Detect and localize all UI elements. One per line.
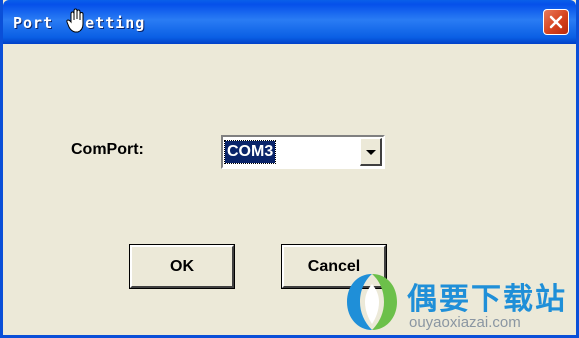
watermark-brand-text: 偶要下载站 <box>407 282 567 317</box>
comport-label: ComPort: <box>71 141 144 158</box>
close-icon <box>549 15 563 29</box>
title-text-part2: etting <box>85 14 146 32</box>
title-text-part1: Port <box>13 14 64 32</box>
watermark-logo-icon <box>347 274 397 330</box>
port-setting-dialog: Port etting ComPort: COM3 OK Cancel 偶要下载… <box>0 0 579 338</box>
close-button[interactable] <box>543 9 569 35</box>
comport-select[interactable]: COM3 <box>221 135 385 169</box>
hand-cursor-icon <box>66 8 84 33</box>
ok-button[interactable]: OK <box>129 244 235 289</box>
chevron-down-icon <box>366 150 376 155</box>
comport-selected-value[interactable]: COM3 <box>223 140 277 164</box>
title-bar[interactable]: Port etting <box>3 0 576 44</box>
dropdown-arrow-button[interactable] <box>360 138 382 166</box>
watermark-url-text: ouyaoxiazai.com <box>409 314 521 331</box>
site-watermark: 偶要下载站 ouyaoxiazai.com <box>343 270 576 335</box>
